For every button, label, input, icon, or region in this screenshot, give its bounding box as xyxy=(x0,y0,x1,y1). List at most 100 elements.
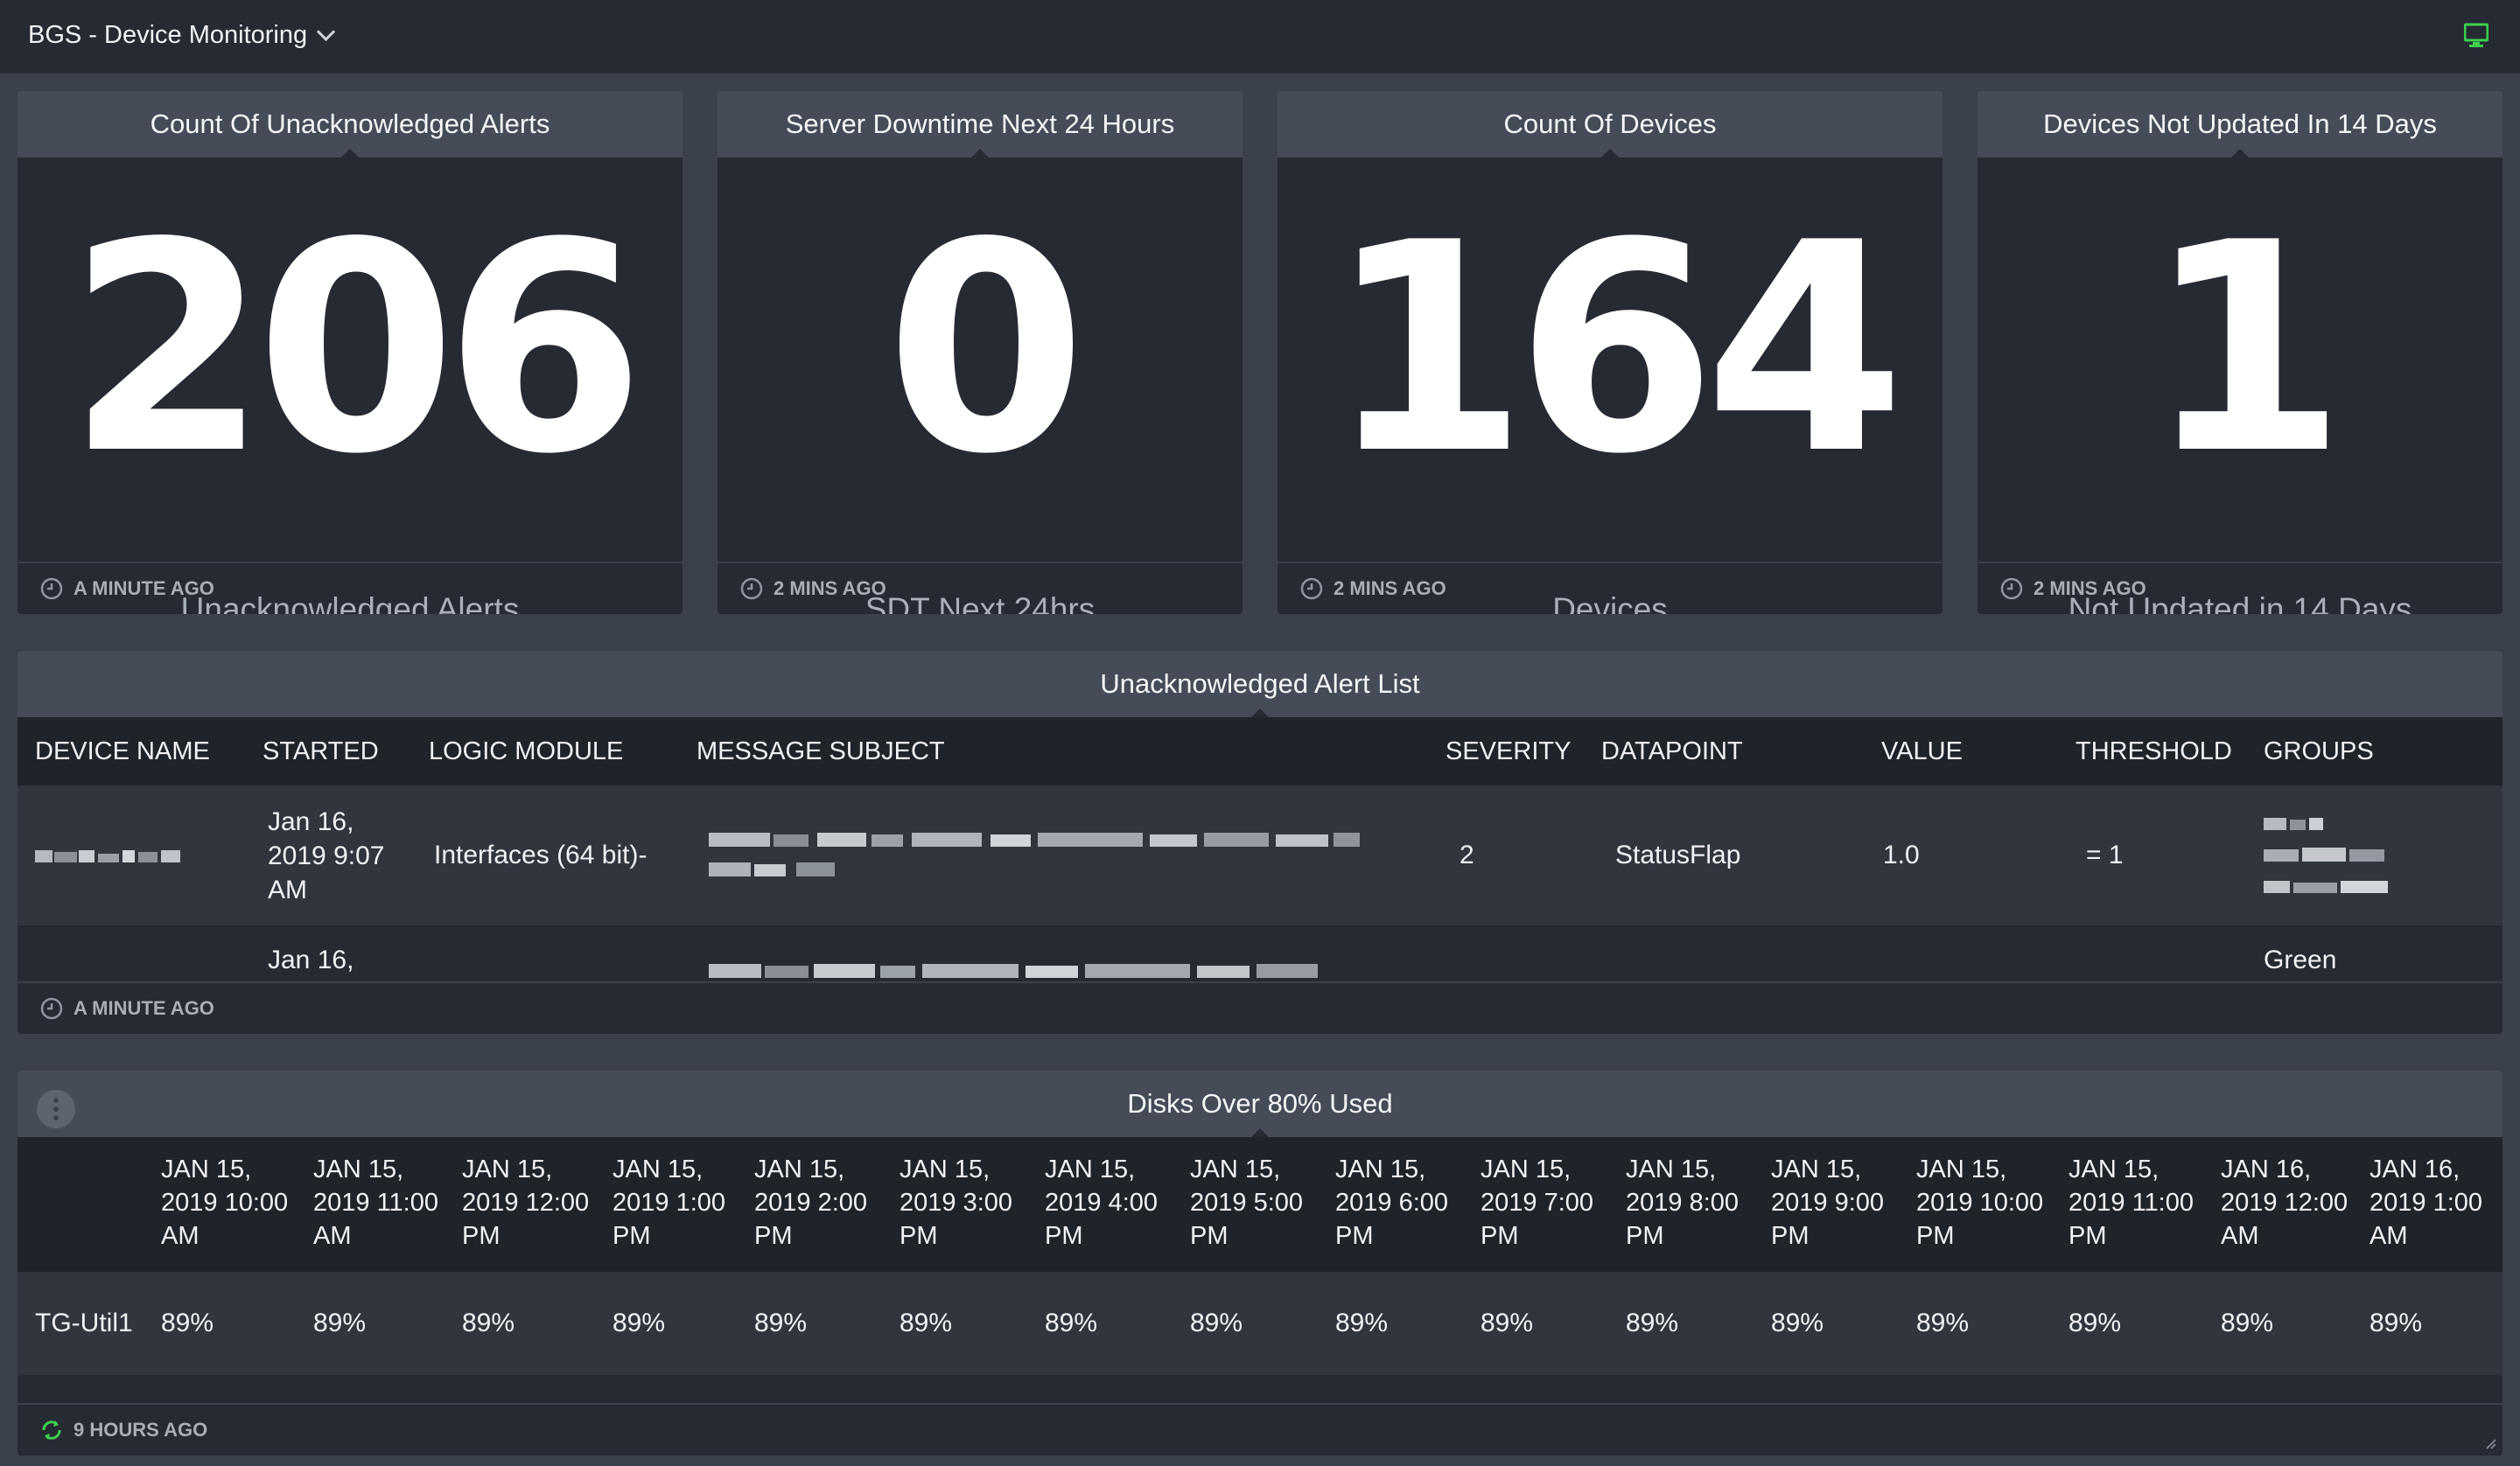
column-header[interactable]: JAN 15, 2019 1:00 PM xyxy=(612,1137,754,1272)
disk-table-scroll[interactable]: JAN 15, 2019 10:00 AM JAN 15, 2019 11:00… xyxy=(18,1137,2502,1400)
column-header[interactable]: JAN 15, 2019 10:00 PM xyxy=(1916,1137,2068,1272)
widget-footer: 2 MINS AGO xyxy=(718,562,1242,614)
alert-table: DEVICE NAME STARTED LOGIC MODULE MESSAGE… xyxy=(18,717,2502,981)
value-cell: 89% xyxy=(1916,1309,1970,1337)
widget-footer: 2 MINS AGO xyxy=(1278,562,1942,614)
table-row[interactable]: Jan 16, Green xyxy=(18,925,2502,981)
logic-module-cell: Interfaces (64 bit)- xyxy=(434,841,648,869)
value-cell: 89% xyxy=(462,1309,515,1337)
column-header[interactable]: JAN 15, 2019 10:00 AM xyxy=(161,1137,313,1272)
severity-cell: 2 xyxy=(1460,841,1474,869)
value-cell: 89% xyxy=(2068,1309,2122,1337)
column-header[interactable]: MESSAGE SUBJECT xyxy=(679,717,1428,785)
column-header[interactable]: JAN 15, 2019 7:00 PM xyxy=(1480,1137,1626,1272)
value-cell: 89% xyxy=(612,1309,666,1337)
value-cell: 89% xyxy=(754,1309,808,1337)
column-header[interactable]: VALUE xyxy=(1864,717,2058,785)
updated-timestamp: 2 MINS AGO xyxy=(774,577,886,599)
column-header[interactable]: JAN 15, 2019 4:00 PM xyxy=(1045,1137,1190,1272)
value-cell: 89% xyxy=(1045,1309,1098,1337)
column-header[interactable]: JAN 15, 2019 8:00 PM xyxy=(1626,1137,1771,1272)
widget-title[interactable]: Devices Not Updated In 14 Days xyxy=(1978,91,2502,158)
top-bar: BGS - Device Monitoring xyxy=(0,0,2520,73)
column-header[interactable]: JAN 15, 2019 5:00 PM xyxy=(1190,1137,1335,1272)
updated-timestamp: 2 MINS AGO xyxy=(1334,577,1446,599)
column-header[interactable]: JAN 15, 2019 2:00 PM xyxy=(754,1137,900,1272)
value-cell: 89% xyxy=(900,1309,953,1337)
column-header[interactable]: JAN 15, 2019 3:00 PM xyxy=(900,1137,1045,1272)
column-header[interactable]: JAN 15, 2019 11:00 AM xyxy=(313,1137,462,1272)
widget-title[interactable]: Disks Over 80% Used xyxy=(18,1071,2502,1138)
message-subject-cell xyxy=(679,785,1428,925)
column-header[interactable]: JAN 15, 2019 12:00 PM xyxy=(462,1137,612,1272)
kpi-value: 206 xyxy=(66,181,646,517)
clock-icon xyxy=(40,577,63,600)
monitor-icon[interactable] xyxy=(2464,23,2488,49)
message-subject-cell xyxy=(679,925,1428,981)
clock-icon xyxy=(40,997,63,1020)
value-cell: 89% xyxy=(1335,1309,1389,1337)
value-cell: 89% xyxy=(1480,1309,1534,1337)
updated-timestamp: A MINUTE AGO xyxy=(74,997,214,1019)
threshold-cell xyxy=(2058,925,2246,981)
kpi-widget-devices-not-updated: Devices Not Updated In 14 Days 1 Not Upd… xyxy=(1978,91,2502,614)
disk-table: JAN 15, 2019 10:00 AM JAN 15, 2019 11:00… xyxy=(18,1137,2502,1400)
table-header-row: JAN 15, 2019 10:00 AM JAN 15, 2019 11:00… xyxy=(18,1137,2502,1272)
kpi-widget-server-downtime: Server Downtime Next 24 Hours 0 SDT Next… xyxy=(718,91,1242,614)
table-row[interactable]: TG-Util1 89% 89% 89% 89% 89% 89% 89% 89%… xyxy=(18,1272,2502,1375)
dashboard-selector[interactable]: BGS - Device Monitoring xyxy=(28,21,336,50)
resize-handle-icon[interactable] xyxy=(2485,1438,2497,1450)
kpi-widget-unacknowledged-alerts: Count Of Unacknowledged Alerts 206 Unack… xyxy=(18,91,682,614)
column-header[interactable]: SEVERITY xyxy=(1428,717,1584,785)
value-cell: 89% xyxy=(161,1309,214,1337)
column-header[interactable]: JAN 15, 2019 9:00 PM xyxy=(1771,1137,1916,1272)
column-header[interactable]: DATAPOINT xyxy=(1584,717,1864,785)
value-cell: 89% xyxy=(313,1309,367,1337)
disk-usage-widget: Disks Over 80% Used JAN 15, 2019 10:00 A… xyxy=(18,1071,2502,1456)
alert-table-scroll[interactable]: DEVICE NAME STARTED LOGIC MODULE MESSAGE… xyxy=(18,717,2502,981)
clock-icon xyxy=(1300,577,1323,600)
column-header[interactable]: GROUPS xyxy=(2246,717,2502,785)
clock-icon xyxy=(2000,577,2023,600)
severity-cell xyxy=(1428,925,1584,981)
device-name-cell xyxy=(18,925,245,981)
widget-title[interactable]: Count Of Devices xyxy=(1278,91,1942,158)
column-header[interactable]: JAN 16, 2019 1:00 AM xyxy=(2370,1137,2502,1272)
kpi-value: 164 xyxy=(1326,181,1906,517)
started-cell: Jan 16, 2019 9:07 AM xyxy=(268,806,385,904)
column-header[interactable]: JAN 15, 2019 6:00 PM xyxy=(1335,1137,1480,1272)
updated-timestamp: 9 HOURS AGO xyxy=(74,1419,208,1441)
refresh-icon[interactable] xyxy=(40,1419,63,1442)
value-cell: 1.0 xyxy=(1883,841,1920,869)
redacted-text xyxy=(2264,818,2388,893)
widget-footer: 9 HOURS AGO xyxy=(18,1403,2502,1456)
column-header[interactable]: JAN 16, 2019 12:00 AM xyxy=(2221,1137,2370,1272)
widget-footer: A MINUTE AGO xyxy=(18,562,682,614)
widget-title[interactable]: Server Downtime Next 24 Hours xyxy=(718,91,1242,158)
column-header[interactable]: STARTED xyxy=(245,717,411,785)
updated-timestamp: 2 MINS AGO xyxy=(2034,577,2146,599)
partial-row xyxy=(18,1375,2502,1400)
column-header[interactable]: DEVICE NAME xyxy=(18,717,245,785)
value-cell: 89% xyxy=(2221,1309,2274,1337)
column-header[interactable]: THRESHOLD xyxy=(2058,717,2246,785)
kpi-value: 0 xyxy=(886,181,1087,517)
device-name-cell xyxy=(18,785,245,925)
widget-footer: A MINUTE AGO xyxy=(18,981,2502,1034)
value-cell xyxy=(1864,925,2058,981)
value-cell: 89% xyxy=(2370,1309,2423,1337)
groups-cell: Green xyxy=(2264,946,2337,974)
table-header-row: DEVICE NAME STARTED LOGIC MODULE MESSAGE… xyxy=(18,717,2502,785)
table-row[interactable] xyxy=(18,1375,2502,1400)
widget-title[interactable]: Count Of Unacknowledged Alerts xyxy=(18,91,682,158)
table-row[interactable]: Jan 16, 2019 9:07 AM Interfaces (64 bit)… xyxy=(18,785,2502,925)
more-options-icon[interactable] xyxy=(37,1090,75,1128)
started-cell: Jan 16, xyxy=(268,946,354,974)
column-header[interactable]: JAN 15, 2019 11:00 PM xyxy=(2068,1137,2221,1272)
widget-title[interactable]: Unacknowledged Alert List xyxy=(18,651,2502,718)
threshold-cell: = 1 xyxy=(2086,841,2124,869)
column-header[interactable]: LOGIC MODULE xyxy=(411,717,679,785)
widget-footer: 2 MINS AGO xyxy=(1978,562,2502,614)
kpi-value: 1 xyxy=(2146,181,2347,517)
redacted-text xyxy=(35,850,180,863)
